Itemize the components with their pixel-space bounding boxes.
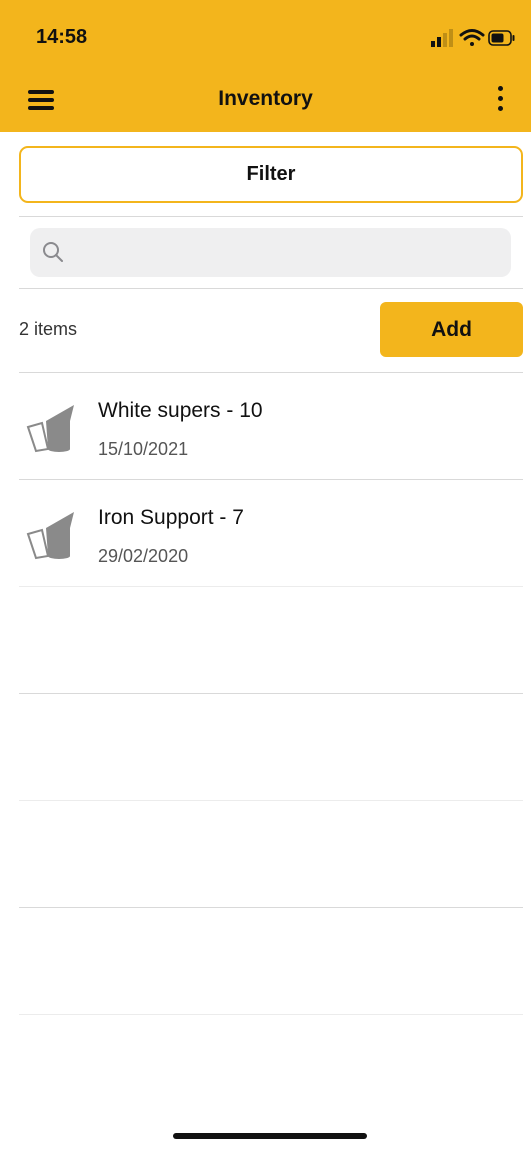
filter-button[interactable]: Filter [19,146,523,203]
item-count: 2 items [19,319,78,339]
divider [19,800,523,801]
item-date: 29/02/2020 [98,546,189,566]
smoker-icon [26,512,74,560]
more-vertical-icon [497,86,503,91]
divider [19,216,523,217]
divider [19,907,523,908]
page-title: Inventory [218,87,313,110]
divider [19,1014,523,1015]
item-name: Iron Support - 7 [98,506,244,529]
home-indicator [173,1133,367,1139]
search-icon [43,242,63,262]
divider [19,288,523,289]
search-input[interactable] [74,228,504,277]
divider [19,586,523,587]
battery-icon [488,30,515,46]
item-name: White supers - 10 [98,399,263,422]
status-icons [431,29,515,47]
status-time: 14:58 [36,26,88,48]
search-bar[interactable] [30,228,511,277]
divider [19,693,523,694]
signal-icon [431,29,453,47]
wifi-icon [459,29,485,46]
list-item[interactable]: White supers - 10 15/10/2021 [19,372,523,479]
item-date: 15/10/2021 [98,439,189,459]
add-button[interactable]: Add [380,302,523,357]
app-header: 14:58 Inventory [0,0,531,132]
smoker-icon [26,405,74,453]
list-item[interactable]: Iron Support - 7 29/02/2020 [19,479,523,586]
more-options-button[interactable] [493,86,507,118]
